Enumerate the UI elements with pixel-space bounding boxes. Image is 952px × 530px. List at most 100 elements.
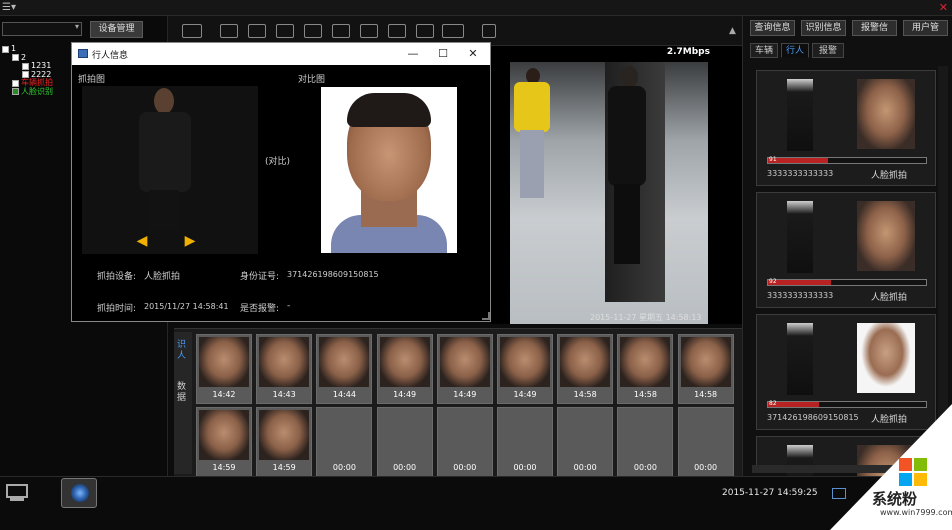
capture-thumb[interactable]: 00:00 [557, 407, 614, 477]
recognition-card[interactable]: 91 3333333333333 人脸抓拍 [756, 70, 936, 186]
capture-thumb[interactable]: 14:42 [196, 334, 252, 404]
dialog-close-button[interactable]: ✕ [458, 45, 488, 63]
face-image [439, 337, 490, 387]
menu-icon[interactable]: ☰▾ [2, 2, 16, 13]
alarm-info-button[interactable]: 报警信 [852, 20, 897, 36]
capture-type: 人脸抓拍 [871, 293, 908, 303]
face-image [680, 337, 731, 387]
camera-app-button[interactable] [61, 478, 97, 508]
recognition-info-button[interactable]: 识别信息 [801, 20, 846, 36]
capture-thumb[interactable]: 00:00 [677, 407, 734, 477]
ptz-icon[interactable] [304, 24, 322, 38]
face-image [439, 410, 490, 460]
compare-label: 对比图 [298, 75, 326, 85]
camera-icon[interactable] [220, 24, 238, 38]
close-icon[interactable]: ✕ [939, 1, 948, 15]
dropdown-arrow-icon[interactable]: ▾ [75, 22, 79, 31]
face-image [319, 337, 370, 387]
capture-thumb[interactable]: 14:49 [376, 334, 433, 404]
collapse-arrow-icon[interactable]: ▲ [729, 26, 736, 36]
capture-time: 00:00 [332, 463, 356, 472]
face-image [259, 337, 310, 387]
capture-thumb[interactable]: 14:43 [256, 334, 313, 404]
capture-thumb[interactable]: 00:00 [617, 407, 674, 477]
person-id: 371426198609150815 [767, 413, 859, 422]
similarity-fill [768, 158, 829, 163]
face-image [379, 410, 430, 460]
next-arrow-button[interactable]: ▶ [181, 234, 199, 248]
video-header: 2.7Mbps [490, 46, 742, 60]
capture-thumb[interactable]: 14:59 [196, 407, 252, 477]
side-tab-recognize[interactable]: 识人 [177, 340, 189, 362]
capture-thumb[interactable]: 14:59 [256, 407, 313, 477]
layout-icon[interactable] [182, 24, 202, 38]
capture-thumb[interactable]: 14:58 [617, 334, 674, 404]
tree-checkbox[interactable] [22, 62, 29, 70]
network-icon[interactable] [832, 488, 846, 499]
tree-checkbox[interactable] [12, 79, 19, 87]
person-black-coat [606, 66, 648, 264]
resize-grip-icon[interactable] [482, 312, 490, 320]
tree-checkbox[interactable] [22, 71, 29, 78]
tab-pedestrian[interactable]: 行人 [781, 43, 809, 58]
capture-time: 00:00 [633, 463, 657, 472]
device-value: 人脸抓拍 [144, 272, 181, 282]
tree-checkbox[interactable] [12, 54, 19, 61]
tree-checkbox[interactable] [2, 45, 9, 53]
app-icon [78, 49, 88, 58]
capture-thumb[interactable]: 00:00 [497, 407, 553, 477]
tree-node[interactable]: 人脸识别 [12, 87, 53, 97]
capture-type: 人脸抓拍 [871, 171, 908, 181]
capture-thumb[interactable]: 00:00 [316, 407, 373, 477]
alarm-value: - [287, 301, 291, 311]
capture-time: 00:00 [573, 463, 597, 472]
similarity-bar: 92 [767, 278, 927, 286]
capture-time: 14:44 [332, 390, 356, 399]
side-tab-data[interactable]: 数据 [177, 382, 189, 404]
minimize-button[interactable]: — [398, 45, 428, 63]
recognition-card[interactable]: 92 3333333333333 人脸抓拍 [756, 192, 936, 308]
dialog-title: 行人信息 [92, 51, 129, 61]
capture-thumb[interactable]: 00:00 [376, 407, 433, 477]
capture-thumb[interactable]: 14:58 [677, 334, 734, 404]
snap-person-figure [137, 88, 193, 230]
capture-time: 00:00 [513, 463, 537, 472]
device-search-input[interactable]: ▾ [2, 22, 82, 36]
export-icon[interactable] [360, 24, 378, 38]
capture-thumb[interactable]: 00:00 [436, 407, 493, 477]
window-icon[interactable] [388, 24, 406, 38]
query-info-button[interactable]: 查询信息 [750, 20, 795, 36]
status-bar [0, 476, 952, 530]
speaker-icon[interactable] [248, 24, 266, 38]
device-label: 抓拍设备: [97, 272, 137, 282]
capture-time: 00:00 [694, 463, 718, 472]
user-manage-button[interactable]: 用户管 [903, 20, 948, 36]
dialog-title-bar[interactable]: 行人信息 — ☐ ✕ [72, 43, 490, 65]
system-clock: 2015-11-27 14:59:25 [722, 488, 818, 498]
vertical-scrollbar[interactable] [938, 66, 948, 466]
monitor-icon[interactable] [416, 24, 434, 38]
fullscreen-icon[interactable] [482, 24, 496, 38]
maximize-button[interactable]: ☐ [428, 45, 458, 63]
person-snapshot [787, 201, 813, 273]
camera-lens-icon [71, 484, 89, 502]
capture-thumb[interactable]: 14:49 [497, 334, 553, 404]
device-manage-button[interactable]: 设备管理 [90, 21, 143, 38]
tab-vehicle[interactable]: 车辆 [750, 43, 778, 58]
bitrate-label: 2.7Mbps [666, 47, 710, 57]
keyboard-icon[interactable] [442, 24, 464, 38]
title-bar: ☰▾ ✕ [0, 0, 952, 16]
capture-thumb[interactable]: 14:49 [436, 334, 493, 404]
capture-thumb[interactable]: 14:58 [557, 334, 614, 404]
tab-alarm[interactable]: 报警 [812, 43, 844, 58]
recognition-card[interactable]: 82 371426198609150815 人脸抓拍 [756, 314, 936, 430]
snap-label: 抓拍图 [78, 75, 106, 85]
capture-time: 14:58 [633, 390, 657, 399]
prev-arrow-button[interactable]: ◀ [133, 234, 151, 248]
record-icon[interactable] [332, 24, 350, 38]
preview-monitor-icon[interactable] [6, 484, 28, 498]
capture-time: 14:43 [272, 390, 296, 399]
snapshot-icon[interactable] [276, 24, 294, 38]
tree-checkbox[interactable] [12, 88, 19, 95]
capture-thumb[interactable]: 14:44 [316, 334, 373, 404]
